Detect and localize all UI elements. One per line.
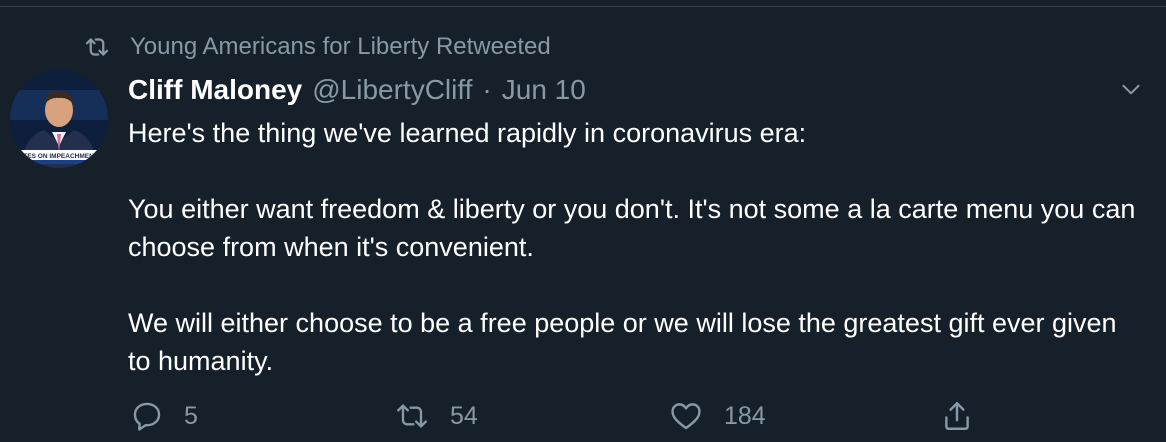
tweet-actions: 5 54 184 bbox=[128, 396, 988, 436]
tweet-text: Here's the thing we've learned rapidly i… bbox=[128, 114, 1138, 380]
retweet-button[interactable]: 54 bbox=[394, 396, 478, 436]
more-options-button[interactable] bbox=[1114, 74, 1148, 108]
display-name[interactable]: Cliff Maloney bbox=[128, 74, 302, 106]
tweet-paragraph: We will either choose to be a free peopl… bbox=[128, 308, 1117, 376]
reply-icon bbox=[130, 399, 164, 433]
separator-dot: · bbox=[482, 74, 492, 105]
like-count: 184 bbox=[724, 401, 766, 430]
tweet-paragraph: Here's the thing we've learned rapidly i… bbox=[128, 118, 807, 148]
avatar[interactable]: VOTES ON IMPEACHMENT A bbox=[10, 70, 108, 168]
retweet-icon bbox=[82, 32, 112, 62]
reply-count: 5 bbox=[184, 401, 198, 430]
tweet-card[interactable]: Young Americans for Liberty Retweeted VO… bbox=[0, 0, 1166, 442]
like-button[interactable]: 184 bbox=[668, 396, 766, 436]
user-handle[interactable]: @LibertyCliff bbox=[312, 74, 472, 106]
social-context-label: Young Americans for Liberty Retweeted bbox=[130, 33, 551, 60]
tweet-date[interactable]: Jun 10 bbox=[502, 74, 586, 106]
reply-button[interactable]: 5 bbox=[130, 396, 198, 436]
top-divider bbox=[0, 6, 1166, 7]
tweet-header: Cliff Maloney @LibertyCliff · Jun 10 bbox=[128, 72, 586, 108]
share-button[interactable] bbox=[940, 396, 974, 436]
retweet-count: 54 bbox=[450, 401, 478, 430]
chevron-down-icon bbox=[1118, 76, 1144, 107]
retweet-icon bbox=[394, 399, 430, 433]
svg-text:VOTES ON IMPEACHMENT A: VOTES ON IMPEACHMENT A bbox=[14, 153, 104, 160]
social-context[interactable]: Young Americans for Liberty Retweeted bbox=[82, 30, 551, 64]
tweet-paragraph: You either want freedom & liberty or you… bbox=[128, 194, 1136, 262]
heart-icon bbox=[668, 399, 704, 433]
share-icon bbox=[940, 399, 974, 433]
